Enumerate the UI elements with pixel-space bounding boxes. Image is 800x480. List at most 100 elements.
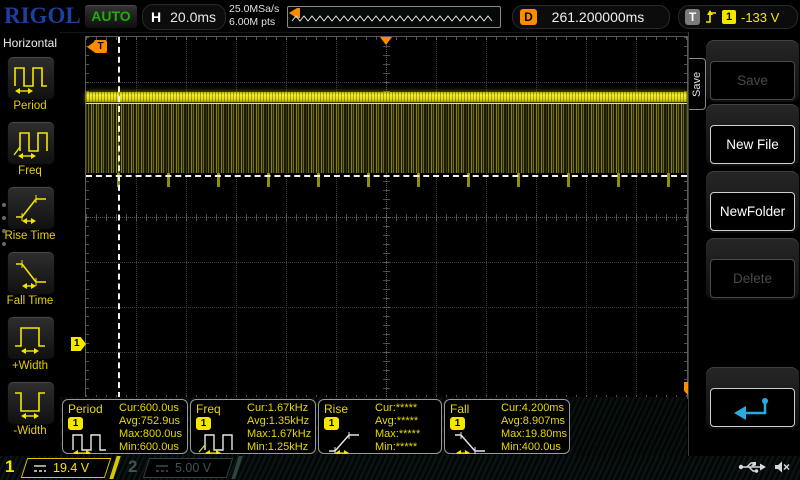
channel2-number: 2 <box>128 457 137 477</box>
measure-item-period[interactable] <box>7 56 55 100</box>
dc-coupling-icon <box>155 464 169 473</box>
measurement-fall: Fall 1 Cur:4.200ms Avg:8.907ms Max:19.80… <box>444 399 570 454</box>
measurement-strip: Period 1 Cur:600.0us Avg:752.9us Max:800… <box>60 397 687 456</box>
measurement-avg: Avg:***** <box>375 415 418 428</box>
measure-item-plus-width-label: +Width <box>0 360 60 372</box>
status-bar: RIGOL AUTO H 20.0ms 25.0MSa/s 6.00M pts … <box>0 0 800 33</box>
measure-item-minus-width[interactable] <box>7 381 55 425</box>
channel-bar: 1 19.4 V 2 5. <box>0 456 800 480</box>
rising-edge-icon <box>705 9 717 25</box>
usb-icon <box>738 460 766 474</box>
measure-item-rise-time[interactable] <box>7 186 55 230</box>
channel1-scale: 19.4 V <box>53 461 89 475</box>
measure-item-freq-label: Freq <box>0 165 60 177</box>
plus-width-icon <box>12 320 50 356</box>
fall-time-icon <box>12 255 50 291</box>
softkey-return[interactable] <box>706 367 799 429</box>
measurement-rise: Rise 1 Cur:***** Avg:***** Max:***** Min… <box>318 399 442 454</box>
softkey-new-file-label: New File <box>710 125 795 164</box>
measure-threshold-line-top <box>86 103 687 104</box>
trigger-level-value: -133 V <box>741 10 779 25</box>
dc-coupling-icon <box>33 464 47 473</box>
channel1-offset-marker[interactable]: 1 <box>71 337 86 351</box>
trigger-box: T 1 -133 V <box>678 5 798 29</box>
waveform-preview <box>287 6 501 28</box>
measurement-min: Min:400.0us <box>501 441 561 454</box>
measurement-max: Max:***** <box>375 428 420 441</box>
return-arrow-icon <box>732 395 774 421</box>
softkey-save-label: Save <box>710 61 795 100</box>
oscilloscope-screen: RIGOL AUTO H 20.0ms 25.0MSa/s 6.00M pts … <box>0 0 800 480</box>
measurement-avg: Avg:752.9us <box>119 415 180 428</box>
acquisition-info: 25.0MSa/s 6.00M pts <box>229 3 279 29</box>
softkey-save[interactable]: Save <box>706 40 799 102</box>
freq-icon <box>12 125 50 161</box>
horizontal-label: H <box>151 9 161 25</box>
fall-icon <box>451 430 495 454</box>
measure-menu-title: Horizontal <box>3 36 57 50</box>
period-icon <box>12 60 50 96</box>
delay-label: D <box>520 9 537 25</box>
measurement-name: Period <box>68 402 103 416</box>
softkey-new-file[interactable]: New File <box>706 104 799 166</box>
measure-item-fall-time-label: Fall Time <box>0 295 60 307</box>
rise-icon <box>325 430 369 454</box>
measurement-channel-badge: 1 <box>450 417 465 430</box>
measure-item-fall-time[interactable] <box>7 251 55 295</box>
measure-cursor-vertical[interactable] <box>118 37 120 398</box>
measurement-max: Max:19.80ms <box>501 428 567 441</box>
measure-item-freq[interactable] <box>7 121 55 165</box>
timebase-value: 20.0ms <box>170 9 216 25</box>
run-status-badge: AUTO <box>84 4 138 29</box>
waveform-pulse-train <box>86 104 687 173</box>
waveform-high-band <box>86 92 687 102</box>
measurement-channel-badge: 1 <box>68 417 83 430</box>
minus-width-icon <box>12 385 50 421</box>
softkey-delete[interactable]: Delete <box>706 238 799 300</box>
channel-divider <box>109 456 120 479</box>
status-icon-group <box>738 460 790 474</box>
measurement-name: Rise <box>324 402 348 416</box>
menu-page-dots <box>2 194 6 255</box>
measurement-freq: Freq 1 Cur:1.67kHz Avg:1.35kHz Max:1.67k… <box>190 399 316 454</box>
measurement-avg: Avg:8.907ms <box>501 415 565 428</box>
softkey-new-folder[interactable]: NewFolder <box>706 171 799 233</box>
measure-menu: Horizontal Period Freq <box>0 32 60 456</box>
horizontal-scale-box: H 20.0ms <box>142 4 226 30</box>
channel1-number: 1 <box>5 457 14 477</box>
measurement-period: Period 1 Cur:600.0us Avg:752.9us Max:800… <box>62 399 188 454</box>
trigger-label: T <box>685 9 700 25</box>
measurement-channel-badge: 1 <box>324 417 339 430</box>
softkey-menu: Save Save New File NewFolder Delete <box>688 32 800 456</box>
measure-item-rise-time-label: Rise Time <box>0 230 60 242</box>
measurement-channel-badge: 1 <box>196 417 211 430</box>
rigol-logo: RIGOL <box>4 3 81 29</box>
measurement-name: Freq <box>196 402 221 416</box>
measurement-cur: Cur:***** <box>375 402 417 415</box>
delay-box: D 261.200000ms <box>512 5 670 29</box>
measure-item-period-label: Period <box>0 100 60 112</box>
channel2-scale: 5.00 V <box>175 461 211 475</box>
measurement-avg: Avg:1.35kHz <box>247 415 309 428</box>
trigger-position-icon[interactable] <box>380 37 392 45</box>
rise-time-icon <box>12 190 50 226</box>
measurement-name: Fall <box>450 402 469 416</box>
softkey-delete-label: Delete <box>710 259 795 298</box>
preview-wave-icon <box>289 8 499 26</box>
measure-item-plus-width[interactable] <box>7 316 55 360</box>
trigger-time-marker[interactable]: T <box>94 40 107 53</box>
measurement-max: Max:1.67kHz <box>247 428 311 441</box>
menu-tab-save: Save <box>689 58 706 110</box>
measurement-cur: Cur:4.200ms <box>501 402 564 415</box>
sample-rate: 25.0MSa/s <box>229 3 279 16</box>
measurement-max: Max:800.0us <box>119 428 182 441</box>
axis-ticks <box>86 214 687 221</box>
measure-threshold-line-bottom <box>86 175 687 177</box>
measurement-cur: Cur:1.67kHz <box>247 402 308 415</box>
measure-item-minus-width-label: -Width <box>0 425 60 437</box>
speaker-muted-icon <box>774 460 790 474</box>
softkey-new-folder-label: NewFolder <box>710 192 795 231</box>
measurement-min: Min:***** <box>375 441 417 454</box>
measurement-cur: Cur:600.0us <box>119 402 179 415</box>
channel-divider <box>231 456 242 479</box>
